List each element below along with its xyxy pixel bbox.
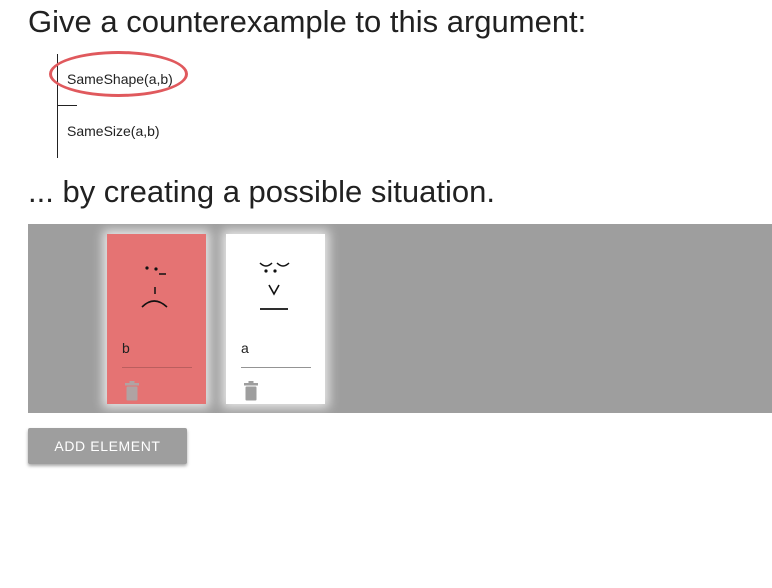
element-name-value: b: [122, 340, 130, 356]
fitch-bar: [57, 105, 77, 106]
premise-formula: SameShape(a,b): [67, 71, 173, 87]
world-canvas: b a: [28, 224, 772, 413]
conclusion-formula: SameSize(a,b): [67, 123, 160, 139]
add-element-button[interactable]: ADD ELEMENT: [28, 428, 187, 464]
trash-icon[interactable]: [124, 381, 140, 401]
element-name-value: a: [241, 340, 249, 356]
argument-proof: SameShape(a,b) SameSize(a,b): [57, 54, 257, 158]
element-name-field[interactable]: a: [241, 337, 311, 368]
element-name-field[interactable]: b: [122, 337, 192, 368]
proof-scope-line: [57, 54, 58, 158]
trash-icon[interactable]: [243, 381, 259, 401]
situation-heading: ... by creating a possible situation.: [28, 174, 495, 209]
sad-face-icon: [141, 266, 168, 308]
element-card-a[interactable]: a: [226, 234, 325, 404]
instruction-heading: Give a counterexample to this argument:: [28, 4, 587, 39]
grumpy-face-icon: [259, 262, 290, 310]
element-card-b[interactable]: b: [107, 234, 206, 404]
